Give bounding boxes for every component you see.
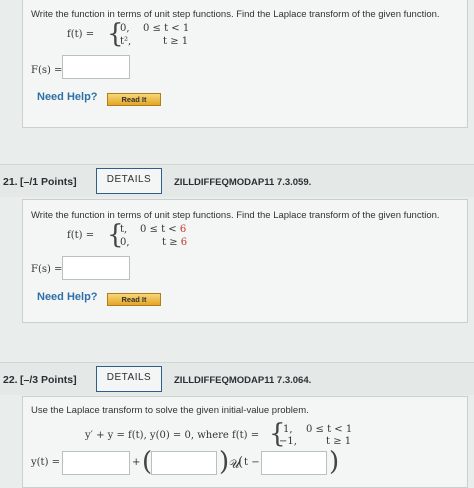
q22-number: 22.	[3, 374, 18, 386]
q20-case2-condition: t ≥ 1	[163, 36, 189, 47]
q20-case1-condition: 0 ≤ t < 1	[143, 23, 190, 34]
q20-case2-value: t²,	[120, 36, 132, 47]
q21-read-it-button[interactable]: Read It	[107, 293, 161, 306]
q21-highlight-value: 6	[179, 224, 187, 235]
q22-answer-input-1[interactable]	[62, 451, 130, 475]
q21-details-button[interactable]: DETAILS	[96, 168, 162, 194]
q21-case2-condition: t ≥ 6	[162, 237, 188, 248]
q22-problem-code: ZILLDIFFEQMODAP11 7.3.064.	[174, 375, 312, 386]
q21-instruction: Write the function in terms of unit step…	[31, 210, 440, 221]
q22-case2-condition: t ≥ 1	[326, 436, 352, 447]
q21-problem-code: ZILLDIFFEQMODAP11 7.3.059.	[174, 177, 312, 188]
q22-header: 22. [–/3 Points] DETAILS ZILLDIFFEQMODAP…	[0, 362, 474, 395]
q20-case1-value: 0,	[120, 23, 130, 34]
q21-need-help: Need Help?	[37, 291, 98, 303]
q21-case2-value: 0,	[120, 237, 130, 248]
q21-highlight-value: 6	[180, 237, 188, 248]
q22-case1-value: 1,	[283, 424, 293, 435]
q21-header: 21. [–/1 Points] DETAILS ZILLDIFFEQMODAP…	[0, 164, 474, 197]
q21-number: 21.	[3, 176, 18, 188]
q20-need-help: Need Help?	[37, 91, 98, 103]
q22-case1-condition: 0 ≤ t < 1	[306, 424, 353, 435]
q22-right-paren: )	[219, 447, 230, 477]
q21-answer-input[interactable]	[62, 256, 130, 280]
q21-case1-value: t,	[120, 224, 128, 235]
q22-answer-input-2[interactable]	[151, 451, 217, 475]
q21-answer-label: F(s) =	[31, 264, 63, 275]
q21-case1-condition: 0 ≤ t < 6	[140, 224, 187, 235]
q22-t-minus: t −	[244, 457, 260, 468]
q20-f-label: f(t) =	[67, 29, 95, 40]
q20-answer-input[interactable]	[62, 55, 130, 79]
q22-details-button[interactable]: DETAILS	[96, 366, 162, 392]
q21-f-label: f(t) =	[67, 230, 95, 241]
q22-inner-left-paren: (	[238, 455, 244, 470]
q20-answer-label: F(s) =	[31, 65, 63, 76]
q20-panel: Write the function in terms of unit step…	[22, 0, 468, 128]
q22-points: [–/3 Points]	[20, 374, 77, 386]
q22-answer-input-3[interactable]	[261, 451, 327, 475]
q22-instruction: Use the Laplace transform to solve the g…	[31, 405, 309, 416]
q21-points: [–/1 Points]	[20, 176, 77, 188]
q21-panel: Write the function in terms of unit step…	[22, 199, 468, 323]
q22-case2-value: −1,	[279, 436, 297, 447]
q22-plus-sign: +	[132, 457, 141, 468]
q22-answer-label: y(t) =	[31, 457, 61, 468]
q22-final-right-paren: )	[329, 447, 340, 477]
q20-read-it-button[interactable]: Read It	[107, 93, 161, 106]
q22-panel: Use the Laplace transform to solve the g…	[22, 396, 468, 488]
q20-instruction: Write the function in terms of unit step…	[31, 9, 440, 20]
q22-equation: y′ + y = f(t), y(0) = 0, where f(t) =	[85, 430, 260, 441]
